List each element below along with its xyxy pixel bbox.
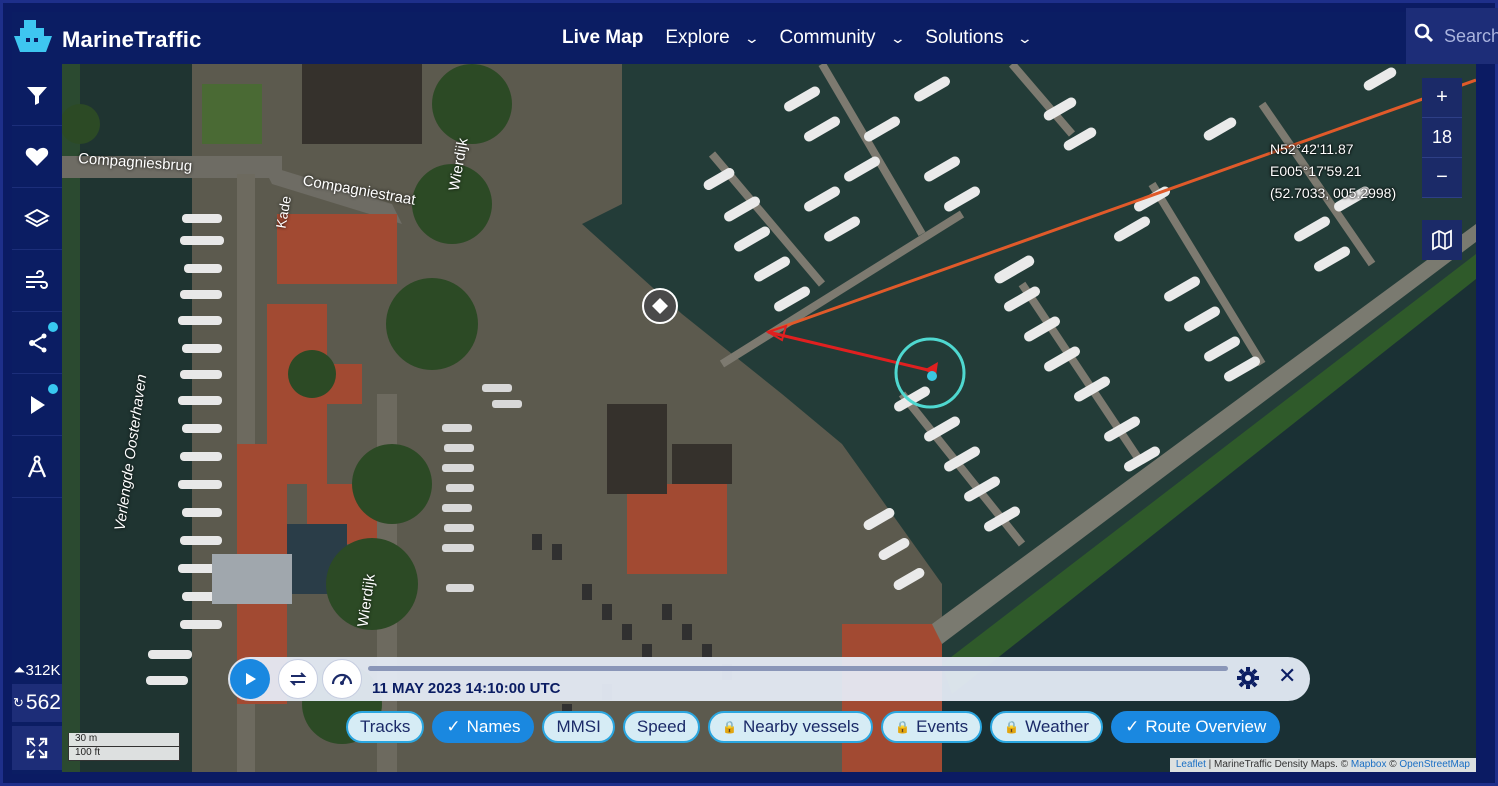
chip-speed[interactable]: Speed <box>622 711 701 743</box>
network-icon <box>29 333 47 352</box>
sidebar-item-layers[interactable] <box>12 188 62 250</box>
brand-name: MarineTraffic <box>62 27 202 52</box>
decimal-coords: (52.7033, 005.2998) <box>1270 185 1397 201</box>
chip-tracks[interactable]: Tracks <box>346 711 425 743</box>
chip-nearby-vessels[interactable]: 🔒 Nearby vessels <box>708 711 874 743</box>
playback-bar: 11 MAY 2023 14:10:00 UTC ✕ <box>228 657 1310 701</box>
mapbox-link[interactable]: Mapbox <box>1351 759 1387 770</box>
search-icon <box>1414 23 1434 49</box>
scale-imperial: 100 ft <box>68 747 180 761</box>
zoom-level: 18 <box>1422 118 1462 158</box>
map-icon <box>1432 229 1452 251</box>
fullscreen-icon <box>26 737 48 759</box>
search-input[interactable]: Search <box>1406 8 1498 64</box>
search-placeholder: Search <box>1444 25 1498 46</box>
refresh-icon: ↻ <box>13 695 24 710</box>
track-options: Tracks ✓ Names MMSI Speed 🔒 Nearby vessels… <box>346 711 1281 743</box>
zoom-in-button[interactable]: + <box>1422 78 1462 118</box>
play-icon <box>31 395 45 414</box>
chip-events[interactable]: 🔒 Events <box>881 711 983 743</box>
chip-route-overview[interactable]: ✓ Route Overview <box>1111 711 1281 743</box>
nav-label: Explore <box>665 27 730 48</box>
sidebar-item-playback[interactable] <box>12 374 62 436</box>
longitude: E005°17'59.21 <box>1270 163 1362 179</box>
filter-icon <box>27 86 47 105</box>
zoom-out-button[interactable]: − <box>1422 158 1462 198</box>
osm-link[interactable]: OpenStreetMap <box>1399 759 1470 770</box>
chevron-down-icon: ⌄ <box>743 29 760 46</box>
swap-button[interactable] <box>278 659 318 699</box>
gear-icon <box>1237 667 1259 689</box>
timeline-slider[interactable] <box>368 666 1228 671</box>
notification-dot <box>48 322 58 332</box>
wind-icon <box>26 269 48 289</box>
leaflet-link[interactable]: Leaflet <box>1176 759 1206 770</box>
chip-weather[interactable]: 🔒 Weather <box>990 711 1104 743</box>
play-button[interactable] <box>230 659 270 699</box>
nav-label: Live Map <box>562 27 644 48</box>
chip-names[interactable]: ✓ Names <box>432 711 535 743</box>
lock-icon: 🔒 <box>895 720 911 734</box>
speed-button[interactable] <box>322 659 362 699</box>
layers-icon <box>24 208 50 227</box>
compass-icon <box>27 455 47 477</box>
sidebar-item-measure[interactable] <box>12 436 62 498</box>
lock-icon: 🔒 <box>722 720 737 734</box>
nav-community[interactable]: Community ⌄ <box>779 27 906 49</box>
chip-mmsi[interactable]: MMSI <box>542 711 615 743</box>
check-icon: ✓ <box>1125 717 1140 736</box>
swap-icon <box>289 672 307 686</box>
cursor-coordinates: N52°42'11.87 E005°17'59.21 (52.7033, 005… <box>1270 138 1396 204</box>
map-view[interactable]: Compagniesbrug Compagniestraat Kade Wier… <box>62 64 1476 772</box>
heart-icon <box>25 147 49 166</box>
nav-explore[interactable]: Explore ⌄ <box>665 27 760 49</box>
fullscreen-button[interactable] <box>12 726 62 770</box>
zoom-control: + 18 − <box>1422 78 1462 198</box>
settings-button[interactable] <box>1236 666 1260 695</box>
speedometer-icon <box>331 673 353 685</box>
left-sidebar: ⏶312K ↻ 562 <box>12 64 62 774</box>
check-icon: ✓ <box>446 717 461 736</box>
map-type-button[interactable] <box>1422 220 1462 260</box>
ship-icon: ⏶ <box>13 662 26 679</box>
lock-icon: 🔒 <box>1004 720 1020 734</box>
close-icon: ✕ <box>1278 663 1297 688</box>
playback-date: 11 MAY 2023 14:10:00 UTC <box>372 680 561 697</box>
brand[interactable]: MarineTraffic <box>12 18 202 58</box>
sidebar-item-filters[interactable] <box>12 64 62 126</box>
nav-label: Solutions <box>925 27 1004 48</box>
close-button[interactable]: ✕ <box>1278 663 1296 689</box>
scale-metric: 30 m <box>68 733 180 747</box>
nav-label: Community <box>779 27 876 48</box>
play-icon <box>246 673 256 685</box>
main-nav: Live Map Explore ⌄ Community ⌄ Solutions… <box>562 12 1034 64</box>
sidebar-item-weather[interactable] <box>12 250 62 312</box>
chevron-down-icon: ⌄ <box>889 29 906 46</box>
nav-solutions[interactable]: Solutions ⌄ <box>925 27 1034 49</box>
sidebar-item-density[interactable] <box>12 312 62 374</box>
nav-live-map[interactable]: Live Map <box>562 27 643 49</box>
latitude: N52°42'11.87 <box>1270 141 1354 157</box>
sidebar-item-favorites[interactable] <box>12 126 62 188</box>
notification-dot <box>48 384 58 394</box>
total-vessel-count: ⏶312K <box>13 662 61 679</box>
top-navbar: MarineTraffic Live Map Explore ⌄ Communi… <box>12 8 1498 64</box>
chevron-down-icon: ⌄ <box>1017 29 1034 46</box>
map-scale: 30 m 100 ft <box>68 733 180 761</box>
map-attribution: Leaflet | MarineTraffic Density Maps. © … <box>1169 758 1476 772</box>
ship-logo-icon <box>12 18 56 58</box>
visible-vessel-count[interactable]: ↻ 562 <box>12 684 62 722</box>
